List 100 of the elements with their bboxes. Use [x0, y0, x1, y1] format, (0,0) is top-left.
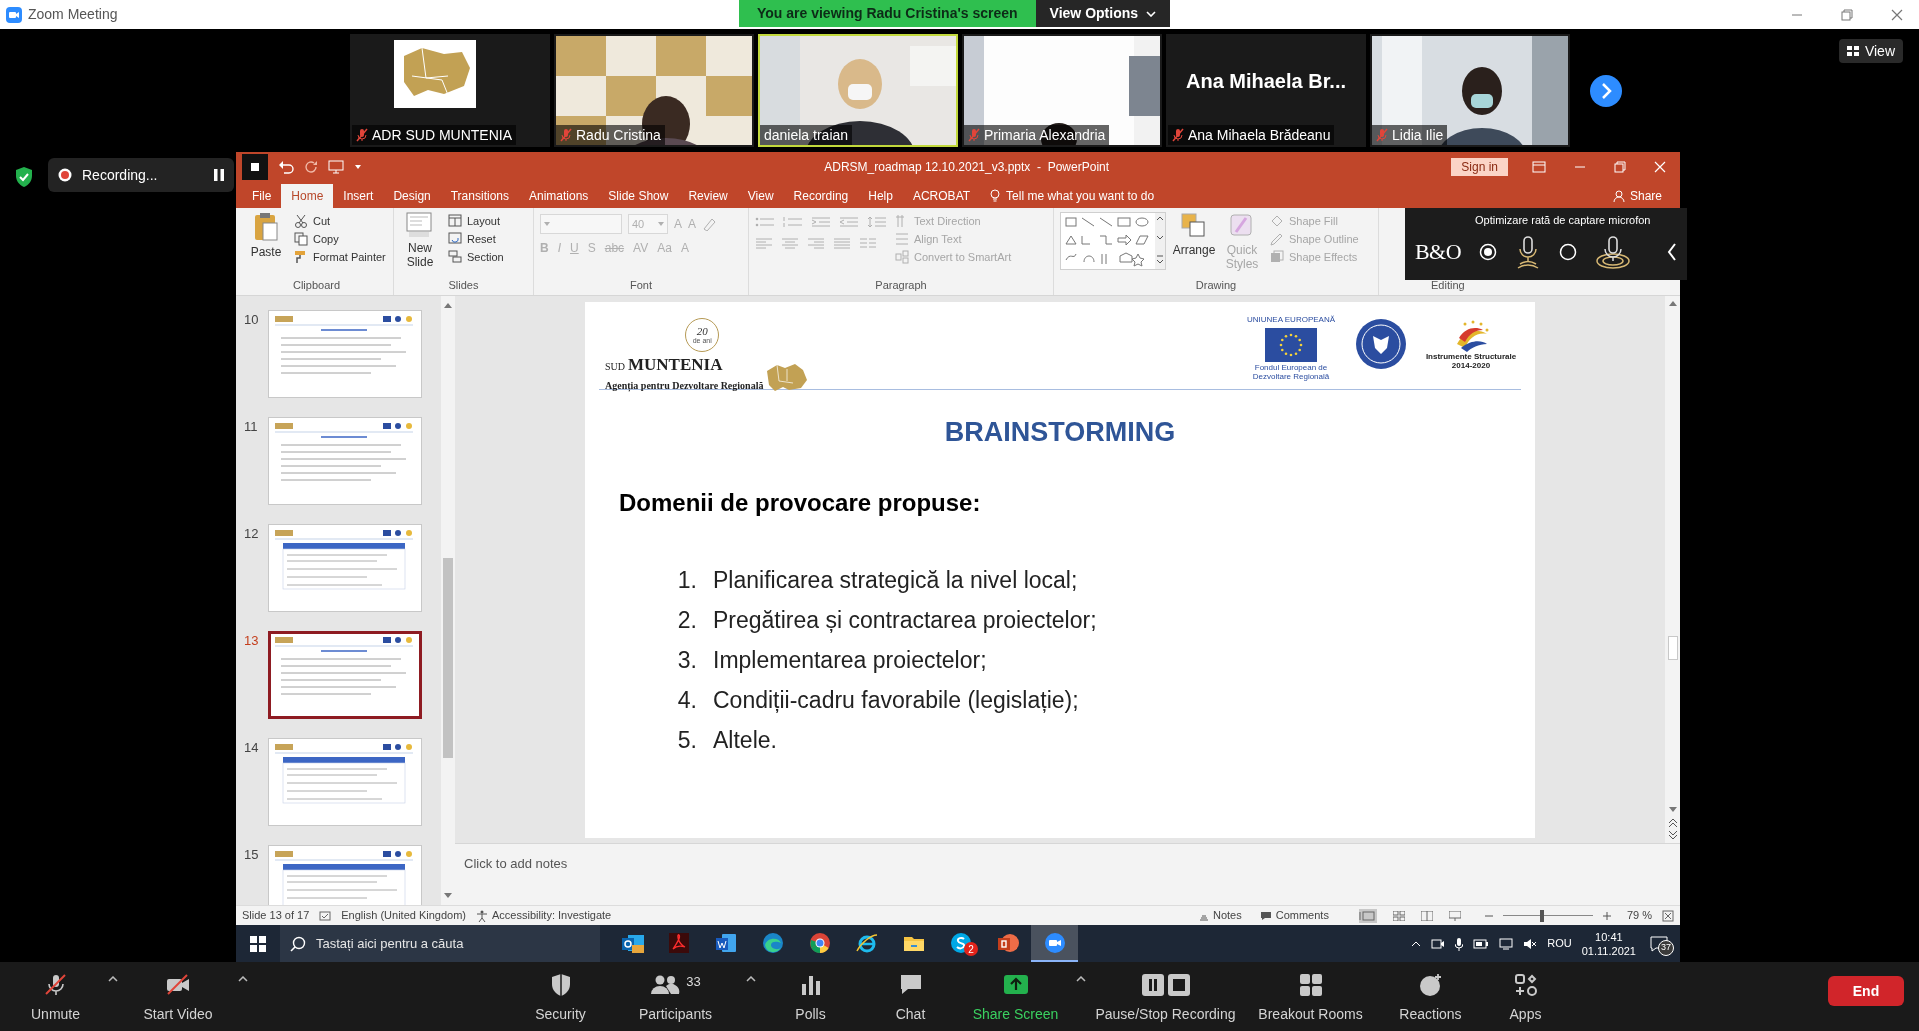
ribbon-tab[interactable]: View — [737, 184, 784, 208]
ribbon-tab[interactable]: File — [242, 184, 282, 208]
scrollbar-thumb[interactable] — [1667, 636, 1678, 660]
scroll-down-icon[interactable] — [444, 893, 452, 899]
logo-prefix: SUD — [605, 360, 625, 374]
normal-view-icon[interactable] — [1358, 908, 1377, 923]
ribbon-display-icon[interactable] — [1532, 161, 1546, 173]
ribbon-tab[interactable]: Help — [858, 184, 903, 208]
zoom-in-icon[interactable] — [1602, 911, 1611, 920]
next-slide-icon[interactable] — [1668, 831, 1677, 839]
view-options-button[interactable]: View Options — [1035, 0, 1171, 27]
toolbar-button[interactable]: Pause/Stop Recording — [1090, 962, 1241, 1025]
reading-view-icon[interactable] — [1420, 910, 1433, 921]
ribbon-tab[interactable]: Animations — [519, 184, 599, 208]
shapes-gallery[interactable] — [1060, 212, 1166, 270]
language-button[interactable]: English (United Kingdom) — [341, 907, 466, 924]
slide-sorter-icon[interactable] — [1392, 910, 1405, 921]
pause-icon[interactable] — [214, 169, 224, 181]
spellcheck-icon[interactable] — [319, 910, 332, 921]
windows-start-icon[interactable] — [250, 935, 266, 952]
ribbon-button[interactable]: Layout — [448, 214, 504, 228]
next-page-icon[interactable] — [1589, 73, 1623, 108]
zoom-level[interactable]: 79 % — [1626, 907, 1652, 924]
notes-placeholder[interactable]: Click to add notes — [464, 854, 568, 874]
previous-slide-icon[interactable] — [1668, 819, 1677, 827]
zoom-slider[interactable] — [1502, 909, 1593, 922]
ribbon-tab[interactable]: ACROBAT — [902, 184, 981, 208]
radio-button[interactable] — [1479, 242, 1498, 261]
ribbon-tab[interactable]: Recording — [783, 184, 859, 208]
customize-caret-icon[interactable] — [354, 164, 362, 170]
toolbar-button[interactable]: Start Video — [123, 962, 233, 1025]
end-meeting-button[interactable]: End — [1828, 976, 1904, 1006]
taskbar-button[interactable]: 2 — [937, 925, 984, 962]
scroll-down-icon[interactable] — [1668, 807, 1677, 813]
restore-icon[interactable] — [1841, 8, 1853, 21]
taskbar-clock[interactable]: 10:41 01.11.2021 — [1581, 929, 1636, 958]
caret-icon[interactable] — [108, 976, 118, 982]
battery-icon[interactable] — [1473, 938, 1490, 949]
reset-icon — [448, 232, 462, 246]
toolbar-button[interactable]: Chat — [860, 962, 961, 1025]
ribbon-button[interactable]: Cut — [294, 214, 386, 228]
large-ribbon-button[interactable]: New Slide — [400, 212, 440, 269]
radio-button[interactable] — [1559, 242, 1578, 261]
toolbar-button[interactable]: 33 Participants — [610, 962, 741, 1025]
list-number: 4. — [676, 686, 698, 716]
sign-in-button[interactable]: Sign in — [1451, 158, 1508, 176]
toolbar-button[interactable]: Polls — [760, 962, 861, 1025]
input-language[interactable]: ROU — [1547, 935, 1572, 952]
ribbon-tab[interactable]: Insert — [333, 184, 384, 208]
ribbon-button[interactable]: Format Painter — [294, 250, 386, 264]
toolbar-button[interactable]: Security — [510, 962, 611, 1025]
ribbon-button[interactable]: Section — [448, 250, 504, 264]
ribbon-button[interactable]: Reset — [448, 232, 504, 246]
fit-slide-icon[interactable] — [1662, 909, 1674, 922]
ribbon-tab[interactable]: Slide Show — [598, 184, 679, 208]
show-hidden-icon[interactable] — [1411, 940, 1422, 947]
slider-thumb[interactable] — [1539, 909, 1544, 922]
toolbar-button[interactable]: Breakout Rooms — [1240, 962, 1381, 1025]
notification-badge: 2 — [964, 942, 978, 956]
toolbar-button[interactable]: Apps — [1480, 962, 1571, 1025]
taskbar-search-field[interactable]: Tastați aici pentru a căuta — [280, 925, 600, 962]
caret-icon[interactable] — [238, 976, 248, 982]
collapse-icon[interactable] — [1667, 242, 1677, 261]
slideshow-icon[interactable] — [1448, 910, 1461, 921]
redo-icon[interactable] — [304, 160, 318, 174]
view-button[interactable]: View — [1838, 39, 1903, 63]
scroll-up-icon[interactable] — [444, 302, 452, 308]
notification-center-button[interactable]: 37 — [1646, 931, 1672, 956]
presentation-icon[interactable] — [328, 160, 344, 174]
toolbar-button[interactable]: Unmute — [8, 962, 103, 1025]
microphone-icon[interactable] — [1455, 936, 1464, 951]
comments-button[interactable]: Comments — [1259, 907, 1329, 924]
comment-icon — [1259, 910, 1272, 921]
ribbon-tab[interactable]: Home — [281, 184, 334, 208]
network-icon[interactable] — [1499, 937, 1514, 950]
speaker-muted-icon[interactable] — [1523, 937, 1538, 950]
scrollbar-thumb[interactable] — [443, 558, 453, 758]
share-button[interactable]: Share — [1612, 184, 1662, 208]
meeting-icon[interactable] — [1431, 937, 1446, 950]
close-icon[interactable] — [1891, 8, 1903, 21]
notes-button[interactable]: Notes — [1199, 907, 1242, 924]
participant-display-name: Ana Mihaela Br... — [1185, 69, 1347, 94]
large-ribbon-button[interactable]: Arrange — [1174, 212, 1214, 257]
tell-me-search[interactable]: Tell me what you want to do — [990, 184, 1155, 208]
undo-icon[interactable] — [278, 160, 294, 174]
restore-icon[interactable] — [1614, 161, 1626, 173]
accessibility-button[interactable]: Accessibility: Investigate — [476, 907, 612, 924]
caret-icon[interactable] — [1075, 976, 1086, 982]
taskbar-button[interactable] — [1031, 925, 1078, 962]
toolbar-button[interactable]: Reactions — [1380, 962, 1481, 1025]
large-ribbon-button[interactable]: Paste — [246, 212, 286, 259]
scroll-up-icon[interactable] — [1668, 300, 1677, 306]
ribbon-button[interactable]: Copy — [294, 232, 386, 246]
caret-icon[interactable] — [745, 976, 756, 982]
ribbon-tab[interactable]: Transitions — [440, 184, 519, 208]
shape-effects-icon — [1270, 250, 1284, 264]
paint-bucket-icon — [1270, 214, 1284, 228]
toolbar-button[interactable]: Share Screen — [960, 962, 1071, 1025]
ribbon-tab[interactable]: Design — [383, 184, 441, 208]
ribbon-tab[interactable]: Review — [678, 184, 738, 208]
